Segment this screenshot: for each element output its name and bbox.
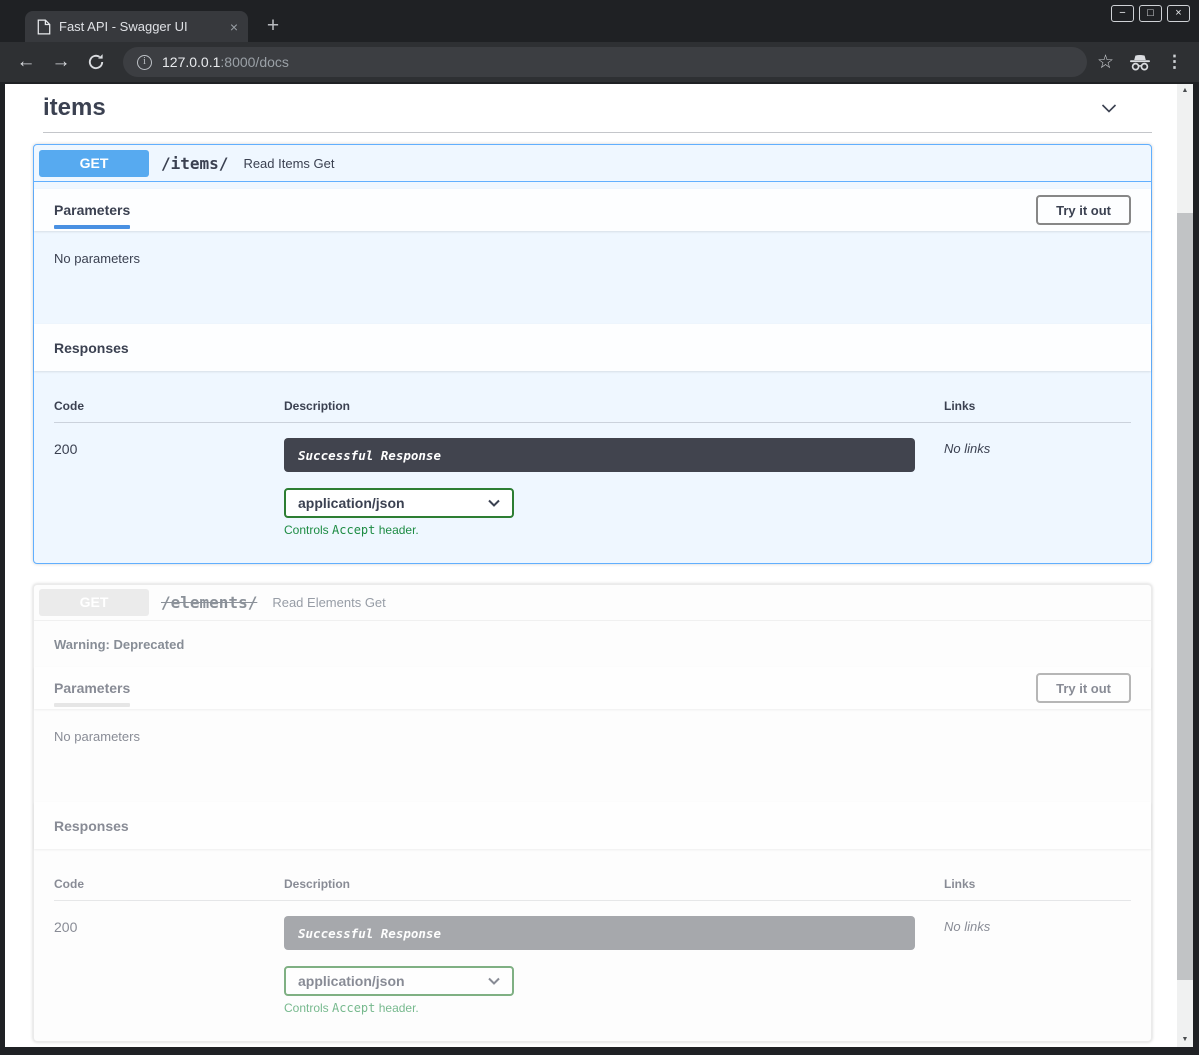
window-controls: − □ × bbox=[1111, 5, 1190, 22]
column-description: Description bbox=[284, 877, 944, 891]
endpoint-summary: Read Elements Get bbox=[272, 595, 385, 610]
scroll-up-icon[interactable]: ▲ bbox=[1177, 84, 1193, 98]
tab-title: Fast API - Swagger UI bbox=[59, 19, 224, 34]
column-links: Links bbox=[944, 877, 1131, 891]
column-description: Description bbox=[284, 399, 944, 413]
maximize-button[interactable]: □ bbox=[1139, 5, 1162, 22]
scroll-down-icon[interactable]: ▼ bbox=[1177, 1033, 1193, 1047]
responses-body: Code Description Links 200 Successful Re… bbox=[34, 371, 1151, 563]
chevron-down-icon[interactable] bbox=[1098, 97, 1120, 119]
parameters-title: Parameters bbox=[54, 680, 130, 707]
accept-header-note: Controls Accept header. bbox=[284, 1001, 944, 1015]
minimize-button[interactable]: − bbox=[1111, 5, 1134, 22]
window-titlebar: Fast API - Swagger UI × + − □ × bbox=[0, 0, 1199, 42]
deprecated-warning: Warning: Deprecated bbox=[34, 621, 1151, 667]
select-chevron-icon bbox=[488, 977, 500, 985]
response-links: No links bbox=[944, 438, 1131, 537]
parameters-body: No parameters bbox=[34, 231, 1151, 324]
responses-header: Responses bbox=[34, 324, 1151, 371]
browser-menu-icon[interactable]: ⋮ bbox=[1166, 52, 1183, 72]
tag-title: items bbox=[43, 94, 106, 122]
tag-divider bbox=[43, 132, 1152, 133]
tab-close-icon[interactable]: × bbox=[230, 20, 238, 34]
browser-tab[interactable]: Fast API - Swagger UI × bbox=[25, 11, 248, 42]
responses-header: Responses bbox=[34, 802, 1151, 849]
responses-table: Code Description Links 200 Successful Re… bbox=[54, 863, 1131, 1015]
url-host: 127.0.0.1 bbox=[162, 54, 220, 70]
response-description-cell: Successful Response application/json Con… bbox=[284, 438, 944, 537]
parameters-body: No parameters bbox=[34, 709, 1151, 802]
response-code: 200 bbox=[54, 916, 284, 1015]
browser-toolbar: ← → i 127.0.0.1:8000/docs ☆ ⋮ bbox=[0, 42, 1199, 82]
opblock-get-elements-deprecated: GET /elements/ Read Elements Get Warning… bbox=[33, 584, 1152, 1042]
media-type-value: application/json bbox=[298, 973, 405, 989]
url-text[interactable]: 127.0.0.1:8000/docs bbox=[162, 54, 289, 70]
close-button[interactable]: × bbox=[1167, 5, 1190, 22]
accept-header-note: Controls Accept header. bbox=[284, 523, 944, 537]
media-type-select[interactable]: application/json bbox=[284, 488, 514, 518]
endpoint-path: /items/ bbox=[161, 154, 228, 173]
response-description: Successful Response bbox=[284, 438, 915, 472]
bookmark-star-icon[interactable]: ☆ bbox=[1097, 51, 1114, 74]
new-tab-button[interactable]: + bbox=[260, 14, 286, 40]
response-code: 200 bbox=[54, 438, 284, 537]
select-chevron-icon bbox=[488, 499, 500, 507]
method-badge: GET bbox=[39, 589, 149, 616]
opblock-get-items: GET /items/ Read Items Get Parameters Tr… bbox=[33, 144, 1152, 564]
address-bar[interactable]: i 127.0.0.1:8000/docs bbox=[123, 47, 1087, 77]
responses-title: Responses bbox=[54, 818, 129, 834]
no-parameters-text: No parameters bbox=[54, 251, 1131, 266]
opblock-summary[interactable]: GET /elements/ Read Elements Get bbox=[34, 585, 1151, 621]
response-row: 200 Successful Response application/json… bbox=[54, 423, 1131, 537]
method-badge: GET bbox=[39, 150, 149, 177]
column-code: Code bbox=[54, 399, 284, 413]
opblock-summary[interactable]: GET /items/ Read Items Get bbox=[34, 145, 1151, 182]
parameters-title: Parameters bbox=[54, 202, 130, 229]
reload-button[interactable] bbox=[82, 48, 110, 76]
responses-title: Responses bbox=[54, 340, 129, 356]
response-description: Successful Response bbox=[284, 916, 915, 950]
column-code: Code bbox=[54, 877, 284, 891]
swagger-page: items GET /items/ Read Items Get Paramet… bbox=[5, 84, 1177, 1047]
media-type-select[interactable]: application/json bbox=[284, 966, 514, 996]
page-favicon-icon bbox=[37, 19, 51, 35]
scrollbar-thumb[interactable] bbox=[1177, 213, 1193, 980]
media-type-value: application/json bbox=[298, 495, 405, 511]
responses-body: Code Description Links 200 Successful Re… bbox=[34, 849, 1151, 1041]
try-it-out-button[interactable]: Try it out bbox=[1036, 673, 1131, 703]
response-row: 200 Successful Response application/json… bbox=[54, 901, 1131, 1015]
response-description-cell: Successful Response application/json Con… bbox=[284, 916, 944, 1015]
endpoint-path: /elements/ bbox=[161, 593, 257, 612]
back-button[interactable]: ← bbox=[12, 48, 40, 76]
url-path: :8000/docs bbox=[220, 54, 289, 70]
try-it-out-button[interactable]: Try it out bbox=[1036, 195, 1131, 225]
incognito-icon bbox=[1128, 54, 1152, 71]
endpoint-summary: Read Items Get bbox=[243, 156, 334, 171]
forward-button[interactable]: → bbox=[47, 48, 75, 76]
no-parameters-text: No parameters bbox=[54, 729, 1131, 744]
parameters-header: Parameters Try it out bbox=[34, 189, 1151, 231]
responses-table: Code Description Links 200 Successful Re… bbox=[54, 385, 1131, 537]
column-links: Links bbox=[944, 399, 1131, 413]
response-links: No links bbox=[944, 916, 1131, 1015]
parameters-header: Parameters Try it out bbox=[34, 667, 1151, 709]
tag-section-header[interactable]: items bbox=[43, 94, 1142, 122]
site-info-icon[interactable]: i bbox=[137, 55, 152, 70]
page-scrollbar[interactable]: ▲ ▼ bbox=[1177, 84, 1193, 1047]
